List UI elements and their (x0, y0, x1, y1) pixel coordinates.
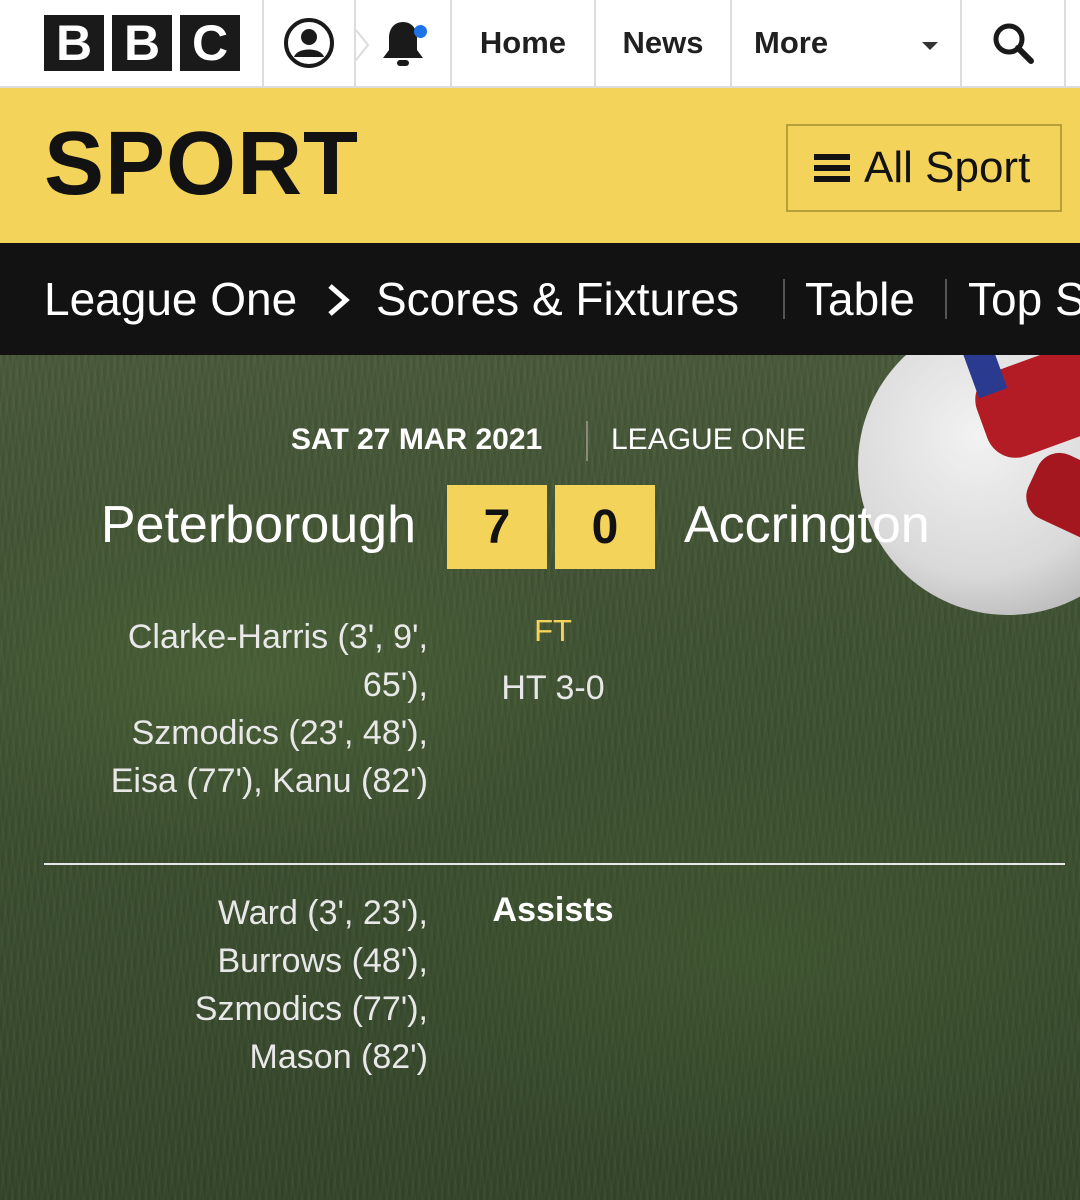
league-nav-divider (783, 279, 785, 319)
league-nav-divider (945, 279, 947, 319)
search-icon (993, 23, 1034, 64)
league-nav-item-league-one[interactable]: League One (44, 271, 297, 327)
account-button[interactable] (264, 0, 356, 86)
match-date: SAT 27 MAR 2021 (291, 423, 543, 456)
home-score: 7 (447, 485, 547, 569)
away-team-name[interactable]: Accrington (684, 495, 930, 555)
nav-news[interactable]: News (596, 0, 732, 86)
league-nav: League One Scores & Fixtures Table Top S (0, 243, 1080, 355)
nav-more[interactable]: More (732, 0, 962, 86)
section-divider (44, 863, 1065, 865)
league-nav-item-scores-fixtures[interactable]: Scores & Fixtures (376, 271, 739, 327)
chevron-right-icon (328, 284, 350, 316)
nav-home[interactable]: Home (452, 0, 596, 86)
assist-line: Szmodics (77'), (194, 990, 428, 1028)
date-divider (586, 421, 588, 461)
global-header: B B C Home News More (0, 0, 1080, 88)
league-nav-item-top-scorers[interactable]: Top S (968, 271, 1080, 327)
assist-line: Burrows (48'), (217, 942, 428, 980)
assist-line: Mason (82') (249, 1038, 428, 1076)
league-nav-item-table[interactable]: Table (805, 271, 915, 327)
bbc-logo[interactable]: B B C (0, 0, 264, 86)
match-hero: SAT 27 MAR 2021 LEAGUE ONE Peterborough … (0, 355, 1080, 1200)
assists-label: Assists (492, 891, 614, 929)
all-sport-button[interactable]: All Sport (786, 124, 1062, 212)
bbc-logo-b1: B (44, 15, 104, 71)
match-competition: LEAGUE ONE (611, 423, 807, 456)
nav-news-label: News (622, 25, 704, 60)
account-icon (284, 18, 334, 68)
home-team-name[interactable]: Peterborough (101, 495, 416, 555)
all-sport-label: All Sport (864, 143, 1031, 192)
notifications-button[interactable] (355, 0, 452, 86)
away-score: 0 (555, 485, 655, 569)
scorer-line: Szmodics (23', 48'), (131, 714, 428, 752)
sport-title[interactable]: SPORT (44, 114, 359, 214)
chevron-right-icon (355, 29, 370, 61)
sport-banner: SPORT All Sport (0, 88, 1080, 243)
bbc-logo-c: C (180, 15, 240, 71)
scorer-line: Eisa (77'), Kanu (82') (110, 762, 428, 800)
notification-dot (414, 25, 427, 38)
bbc-logo-b2: B (112, 15, 172, 71)
nav-more-label: More (754, 25, 829, 60)
half-time-score: HT 3-0 (501, 669, 605, 707)
nav-home-label: Home (479, 25, 567, 60)
match-status: FT (534, 613, 572, 648)
football-image (858, 355, 1080, 615)
menu-icon (814, 154, 850, 182)
caret-down-icon (922, 42, 938, 50)
search-button[interactable] (962, 0, 1066, 86)
